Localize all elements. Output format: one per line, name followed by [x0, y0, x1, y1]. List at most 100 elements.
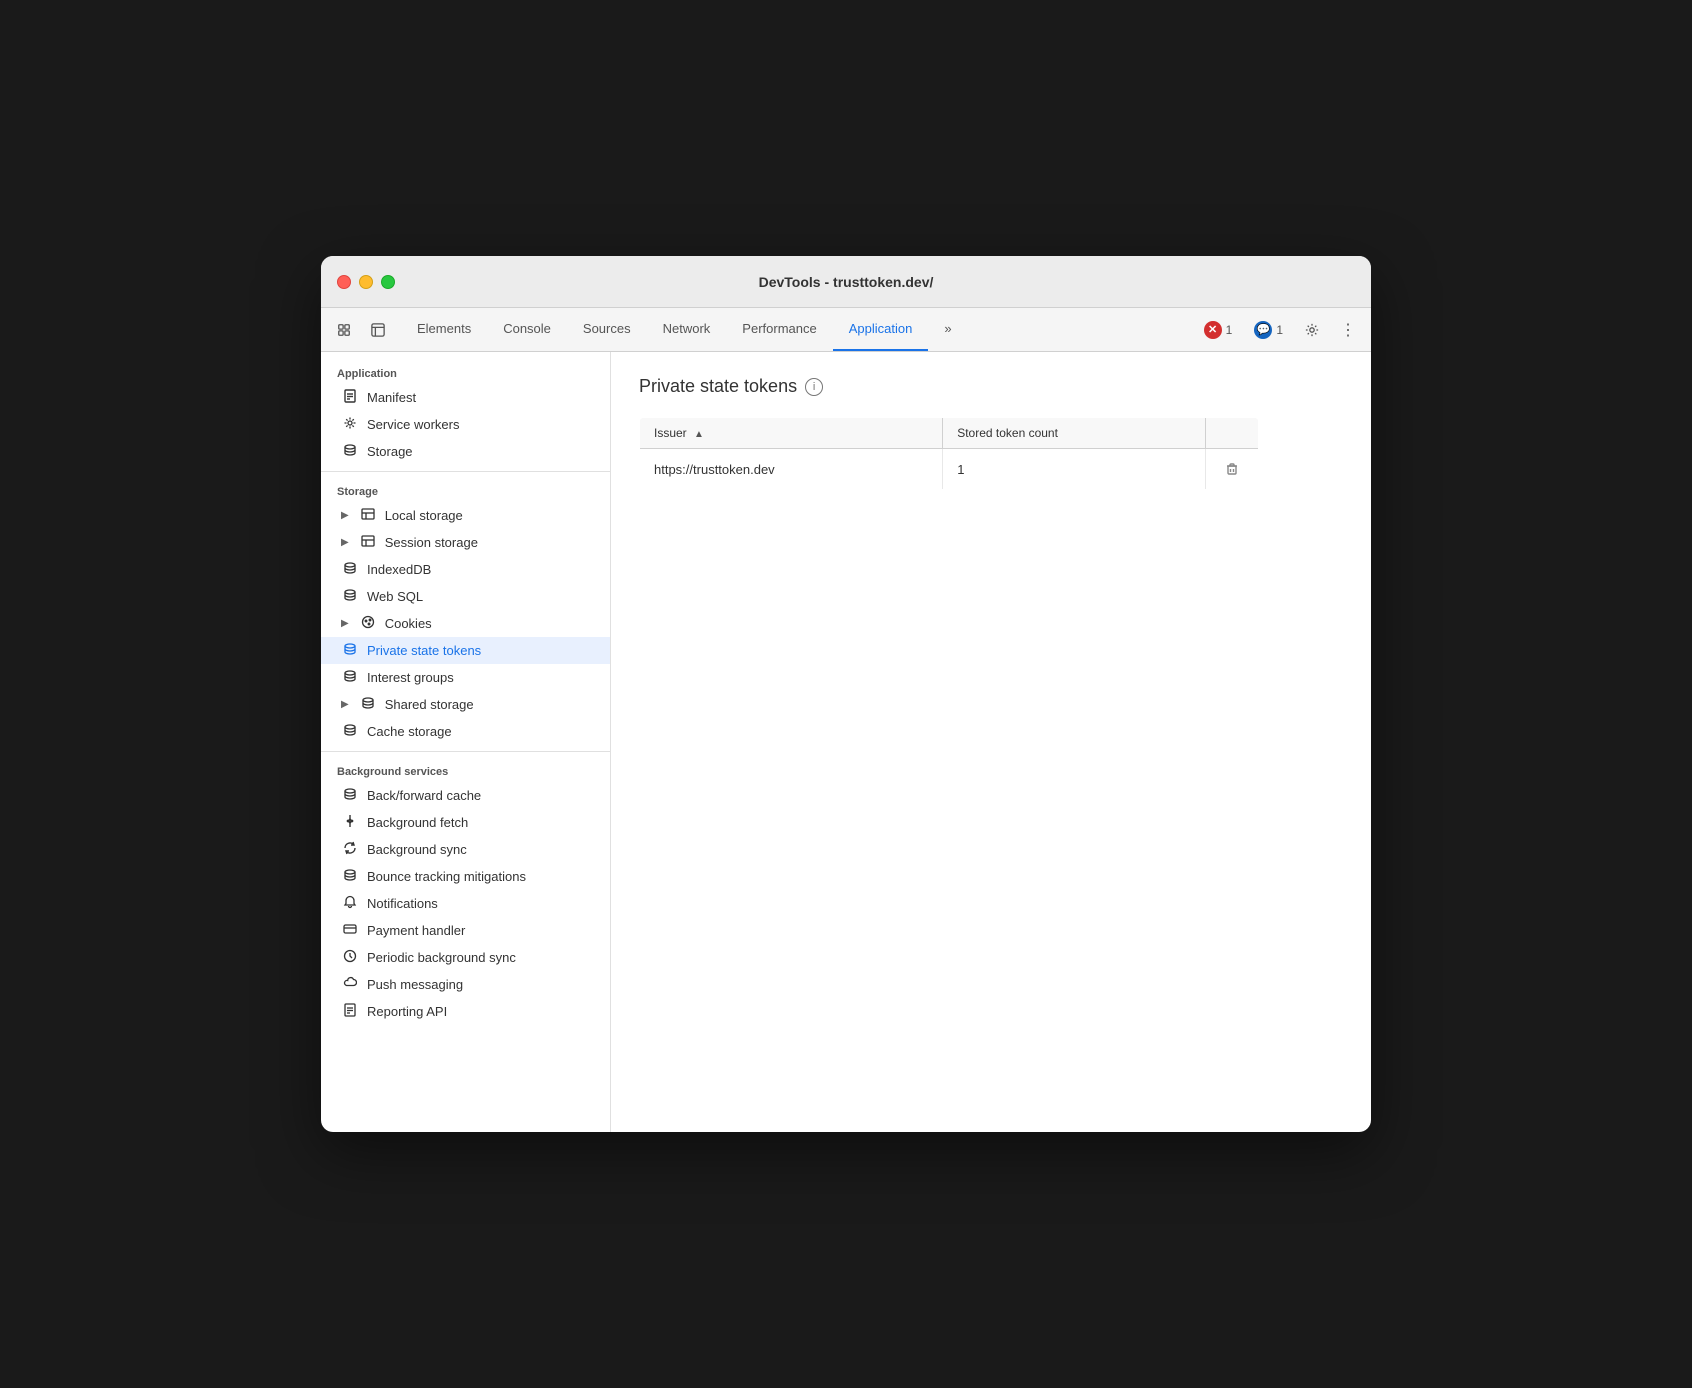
toolbar-right: ✕ 1 💬 1 ⋮: [1196, 315, 1363, 345]
table-icon-2: [359, 534, 377, 551]
db-icon: [341, 561, 359, 578]
manifest-label: Manifest: [367, 390, 416, 405]
doc-icon: [341, 389, 359, 406]
minimize-button[interactable]: [359, 275, 373, 289]
arrow-icon: ▶: [341, 618, 349, 629]
reporting-api-label: Reporting API: [367, 1004, 447, 1019]
maximize-button[interactable]: [381, 275, 395, 289]
col-token-count: Stored token count: [943, 418, 1206, 449]
content-title: Private state tokens i: [639, 376, 1343, 397]
sidebar-item-reporting-api[interactable]: Reporting API: [321, 998, 610, 1025]
traffic-lights: [337, 275, 395, 289]
db-icon-2: [341, 588, 359, 605]
sidebar-item-cache-storage[interactable]: Cache storage: [321, 718, 610, 745]
sidebar: Application Manifest: [321, 352, 611, 1132]
service-workers-label: Service workers: [367, 417, 459, 432]
gear-icon: [341, 416, 359, 433]
sidebar-item-web-sql[interactable]: Web SQL: [321, 583, 610, 610]
sidebar-item-payment-handler[interactable]: Payment handler: [321, 917, 610, 944]
tab-application[interactable]: Application: [833, 308, 929, 351]
sync-icon: [341, 841, 359, 858]
sidebar-item-private-state-tokens[interactable]: Private state tokens: [321, 637, 610, 664]
sidebar-item-interest-groups[interactable]: Interest groups: [321, 664, 610, 691]
card-icon: [341, 922, 359, 939]
sidebar-item-notifications[interactable]: Notifications: [321, 890, 610, 917]
sidebar-item-background-fetch[interactable]: Background fetch: [321, 809, 610, 836]
error-badge-button[interactable]: ✕ 1: [1196, 318, 1241, 342]
settings-icon[interactable]: [1297, 315, 1327, 345]
tab-elements[interactable]: Elements: [401, 308, 487, 351]
storage-app-label: Storage: [367, 444, 413, 459]
sidebar-item-manifest[interactable]: Manifest: [321, 384, 610, 411]
sidebar-item-service-workers[interactable]: Service workers: [321, 411, 610, 438]
reporting-api-icon: [341, 1003, 359, 1020]
cursor-icon[interactable]: [329, 315, 359, 345]
tab-sources[interactable]: Sources: [567, 308, 647, 351]
fetch-icon: [341, 814, 359, 831]
sidebar-item-push-messaging[interactable]: Push messaging: [321, 971, 610, 998]
cache-storage-label: Cache storage: [367, 724, 452, 739]
warn-count: 1: [1276, 323, 1283, 337]
toolbar-icons: [329, 315, 393, 345]
sidebar-item-periodic-background-sync[interactable]: Periodic background sync: [321, 944, 610, 971]
notifications-label: Notifications: [367, 896, 438, 911]
payment-handler-label: Payment handler: [367, 923, 465, 938]
col-issuer-label: Issuer: [654, 426, 687, 440]
sort-asc-icon: ▲: [694, 429, 704, 440]
application-section-label: Application: [321, 360, 610, 384]
storage-section-label: Storage: [321, 478, 610, 502]
sidebar-item-session-storage[interactable]: ▶ Session storage: [321, 529, 610, 556]
info-icon[interactable]: i: [805, 378, 823, 396]
shared-storage-label: Shared storage: [385, 697, 474, 712]
tab-more[interactable]: »: [928, 308, 967, 351]
delete-button[interactable]: [1220, 457, 1244, 481]
table-icon: [359, 507, 377, 524]
storage-icon: [341, 443, 359, 460]
push-messaging-label: Push messaging: [367, 977, 463, 992]
periodic-background-sync-label: Periodic background sync: [367, 950, 516, 965]
table-row: https://trusttoken.dev 1: [640, 449, 1259, 490]
inspect-icon[interactable]: [363, 315, 393, 345]
window-title: DevTools - trusttoken.dev/: [759, 274, 934, 290]
sidebar-item-cookies[interactable]: ▶ Cookies: [321, 610, 610, 637]
col-issuer[interactable]: Issuer ▲: [640, 418, 943, 449]
arrow-icon: ▶: [341, 699, 349, 710]
session-storage-label: Session storage: [385, 535, 478, 550]
bounce-tracking-label: Bounce tracking mitigations: [367, 869, 526, 884]
db-icon-4: [341, 669, 359, 686]
tab-network[interactable]: Network: [647, 308, 727, 351]
warn-badge-button[interactable]: 💬 1: [1246, 318, 1291, 342]
cell-token-count: 1: [943, 449, 1206, 490]
tokens-table: Issuer ▲ Stored token count https://trus…: [639, 417, 1259, 490]
web-sql-label: Web SQL: [367, 589, 423, 604]
back-forward-cache-label: Back/forward cache: [367, 788, 481, 803]
cell-actions: [1206, 449, 1259, 490]
close-button[interactable]: [337, 275, 351, 289]
sidebar-item-background-sync[interactable]: Background sync: [321, 836, 610, 863]
sidebar-item-local-storage[interactable]: ▶ Local storage: [321, 502, 610, 529]
sidebar-item-storage-app[interactable]: Storage: [321, 438, 610, 465]
sidebar-item-indexeddb[interactable]: IndexedDB: [321, 556, 610, 583]
cookies-label: Cookies: [385, 616, 432, 631]
col-actions: [1206, 418, 1259, 449]
cloud-icon: [341, 976, 359, 993]
clock-icon: [341, 949, 359, 966]
private-state-tokens-label: Private state tokens: [367, 643, 481, 658]
arrow-icon: ▶: [341, 537, 349, 548]
sidebar-item-bounce-tracking[interactable]: Bounce tracking mitigations: [321, 863, 610, 890]
error-count: 1: [1226, 323, 1233, 337]
toolbar: Elements Console Sources Network Perform…: [321, 308, 1371, 352]
sidebar-item-back-forward-cache[interactable]: Back/forward cache: [321, 782, 610, 809]
more-options-icon[interactable]: ⋮: [1333, 315, 1363, 345]
divider-2: [321, 751, 610, 752]
sidebar-item-shared-storage[interactable]: ▶ Shared storage: [321, 691, 610, 718]
tab-performance[interactable]: Performance: [726, 308, 832, 351]
content-area: Private state tokens i Issuer ▲ Stored t…: [611, 352, 1371, 1132]
devtools-window: DevTools - trusttoken.dev/ E: [321, 256, 1371, 1132]
db-icon-8: [341, 868, 359, 885]
warn-icon: 💬: [1254, 321, 1272, 339]
bell-icon: [341, 895, 359, 912]
tab-console[interactable]: Console: [487, 308, 567, 351]
db-icon-6: [341, 723, 359, 740]
local-storage-label: Local storage: [385, 508, 463, 523]
